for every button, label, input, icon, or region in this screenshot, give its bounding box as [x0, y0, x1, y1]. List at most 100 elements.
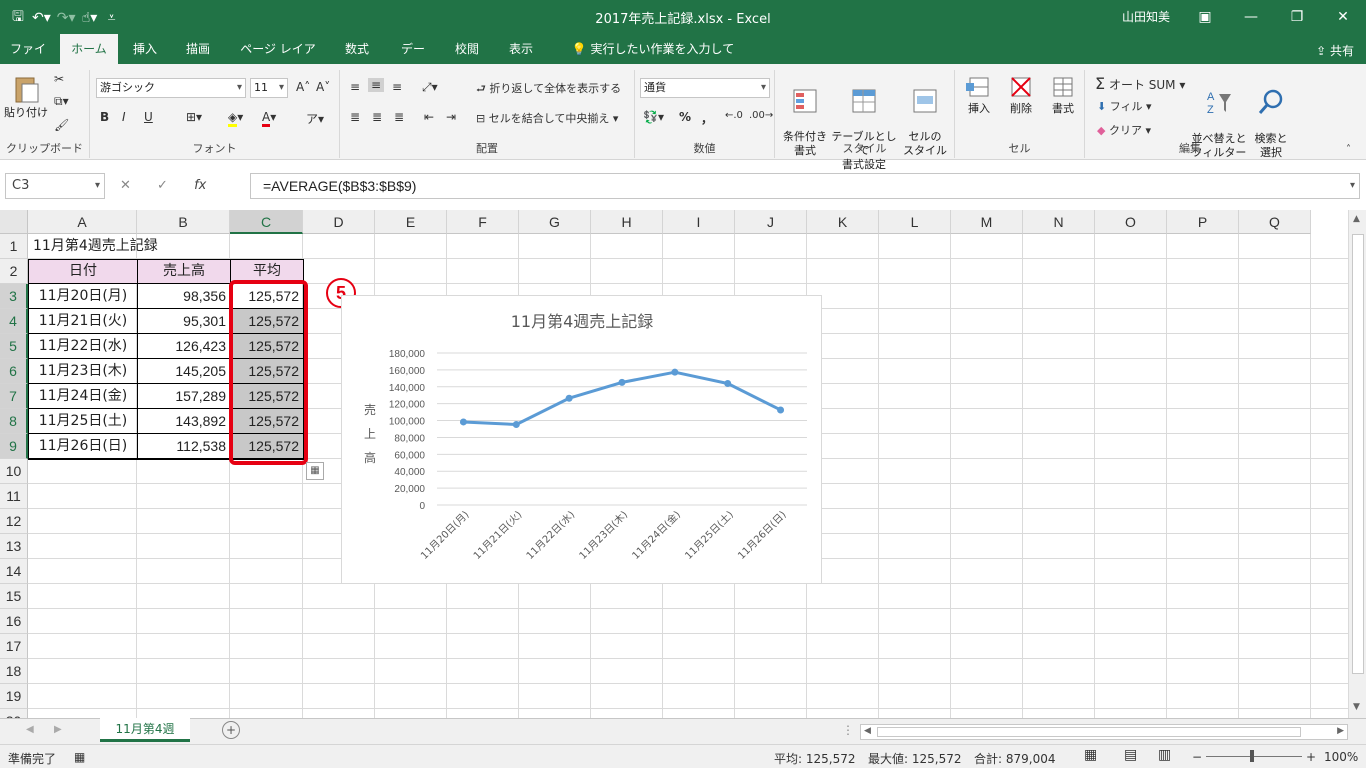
fill-button[interactable]: ⬇ フィル ▾ [1097, 98, 1152, 114]
comma-button[interactable]: ， [701, 110, 713, 127]
horizontal-scrollbar[interactable]: ◀ ▶ [860, 724, 1348, 740]
sheet-tab-active[interactable]: 11月第4週 [100, 718, 190, 742]
copy-icon[interactable]: ⧉▾ [54, 94, 69, 109]
header-date[interactable]: 日付 [29, 259, 137, 284]
cell-sales[interactable]: 145,205 [138, 359, 230, 384]
line-chart[interactable]: 11月第4週売上記録 0 20,000 40,000 60,000 80,000 100,0… [341, 295, 822, 584]
cell-sales[interactable]: 143,892 [138, 409, 230, 434]
row-header[interactable]: 17 [0, 634, 28, 659]
decrease-decimal-icon[interactable]: .00→ [749, 110, 773, 121]
cell-a1-title[interactable]: 11月第4週売上記録 [29, 234, 229, 259]
font-name-combo[interactable]: 游ゴシック [96, 78, 246, 98]
tab-file[interactable]: ファイル [0, 34, 56, 86]
macro-record-icon[interactable]: ▦ [74, 750, 85, 764]
align-top-icon[interactable]: ≡ [350, 80, 360, 94]
align-left-icon[interactable]: ≣ [350, 110, 360, 124]
cancel-icon[interactable]: ✕ [120, 178, 131, 193]
column-header[interactable]: N [1023, 210, 1095, 234]
close-icon[interactable]: ✕ [1320, 0, 1366, 34]
row-header[interactable]: 16 [0, 609, 28, 634]
fill-color-icon[interactable]: ◈▾ [228, 110, 243, 127]
worksheet[interactable]: ABCDEFGHIJKLMNOPQ 1 2 3 4 5 6 7 8 9 10 11 12 13 14 15 1… [0, 210, 1366, 718]
scroll-left-icon[interactable]: ◀ [864, 726, 871, 736]
cell-sales[interactable]: 157,289 [138, 384, 230, 409]
ribbon-display-icon[interactable]: ▣ [1182, 0, 1228, 34]
grow-font-icon[interactable]: A˄ [296, 80, 310, 94]
status-average[interactable]: 平均: 125,572 [774, 750, 855, 767]
delete-cells-button[interactable]: 削除 [1001, 74, 1041, 116]
font-size-combo[interactable]: 11 [250, 78, 288, 98]
font-color-icon[interactable]: A▾ [262, 110, 276, 127]
italic-button[interactable]: I [122, 110, 126, 124]
column-header[interactable]: O [1095, 210, 1167, 234]
underline-button[interactable]: U [144, 110, 153, 124]
row-header[interactable]: 14 [0, 559, 28, 584]
add-sheet-icon[interactable]: + [222, 721, 240, 739]
tab-draw[interactable]: 描画 [177, 34, 219, 64]
next-sheet-icon[interactable]: ▶ [54, 724, 62, 735]
align-bottom-icon[interactable]: ≡ [392, 80, 402, 94]
phonetic-icon[interactable]: ア▾ [306, 110, 324, 127]
insert-function-icon[interactable]: fx [194, 178, 206, 193]
row-header[interactable]: 11 [0, 484, 28, 509]
share-button[interactable]: ⇪ 共有 [1316, 42, 1354, 59]
normal-view-icon[interactable]: ▦ [1084, 747, 1097, 763]
prev-sheet-icon[interactable]: ◀ [26, 724, 34, 735]
row-header[interactable]: 3 [0, 284, 28, 309]
clear-button[interactable]: ◆ クリア ▾ [1097, 122, 1151, 138]
column-header[interactable]: L [879, 210, 951, 234]
merge-center-button[interactable]: ⊟ セルを結合して中央揃え ▾ [476, 110, 618, 126]
column-header[interactable]: B [137, 210, 230, 234]
cell-date[interactable]: 11月20日(月) [29, 284, 137, 309]
column-header[interactable]: E [375, 210, 447, 234]
horizontal-scroll-thumb[interactable] [877, 727, 1301, 737]
wrap-text-button[interactable]: ⮐ 折り返して全体を表示する [476, 80, 621, 99]
name-box[interactable]: C3 [5, 173, 105, 199]
cell-sales[interactable]: 98,356 [138, 284, 230, 309]
quick-analysis-icon[interactable]: ▦ [306, 462, 324, 480]
borders-icon[interactable]: ⊞▾ [186, 110, 202, 124]
tab-formulas[interactable]: 数式 [336, 34, 378, 64]
page-layout-view-icon[interactable]: ▤ [1124, 747, 1137, 763]
row-header[interactable]: 10 [0, 459, 28, 484]
zoom-in-icon[interactable]: + [1306, 750, 1316, 764]
cell-date[interactable]: 11月24日(金) [29, 384, 137, 409]
bold-button[interactable]: B [100, 110, 109, 124]
row-header[interactable]: 20 [0, 709, 28, 718]
cell-date[interactable]: 11月23日(木) [29, 359, 137, 384]
row-header[interactable]: 12 [0, 509, 28, 534]
row-header[interactable]: 2 [0, 259, 28, 284]
increase-indent-icon[interactable]: ⇥ [446, 110, 456, 124]
cell-date[interactable]: 11月25日(土) [29, 409, 137, 434]
number-format-combo[interactable]: 通貨 [640, 78, 770, 98]
cell-sales[interactable]: 112,538 [138, 434, 230, 459]
column-header[interactable]: J [735, 210, 807, 234]
percent-button[interactable]: % [679, 110, 691, 124]
row-header[interactable]: 13 [0, 534, 28, 559]
column-header[interactable]: K [807, 210, 879, 234]
cell-sales[interactable]: 95,301 [138, 309, 230, 334]
cell-date[interactable]: 11月21日(火) [29, 309, 137, 334]
column-header[interactable]: C [230, 210, 303, 234]
format-painter-icon[interactable]: 🖌 [54, 118, 69, 132]
header-sales[interactable]: 売上高 [138, 259, 230, 284]
cell-date[interactable]: 11月26日(日) [29, 434, 137, 459]
tab-insert[interactable]: 挿入 [124, 34, 166, 64]
autosum-button[interactable]: Σ オート SUM ▾ [1095, 74, 1185, 93]
column-header[interactable]: F [447, 210, 519, 234]
zoom-slider-thumb[interactable] [1250, 750, 1254, 762]
row-header[interactable]: 15 [0, 584, 28, 609]
status-max[interactable]: 最大値: 125,572 [868, 750, 961, 767]
scroll-up-icon[interactable]: ▲ [1353, 214, 1360, 224]
column-header[interactable]: M [951, 210, 1023, 234]
format-cells-button[interactable]: 書式 [1043, 74, 1083, 116]
column-header[interactable]: G [519, 210, 591, 234]
restore-icon[interactable]: ❐ [1274, 0, 1320, 34]
vertical-scrollbar[interactable]: ▲ ▼ [1348, 210, 1366, 718]
column-header[interactable]: H [591, 210, 663, 234]
row-header[interactable]: 5 [0, 334, 28, 359]
page-break-view-icon[interactable]: ▥ [1158, 747, 1171, 763]
align-center-icon[interactable]: ≣ [372, 110, 382, 124]
tab-data[interactable]: データ [388, 34, 438, 86]
accounting-format-icon[interactable]: 💱▾ [643, 110, 664, 124]
